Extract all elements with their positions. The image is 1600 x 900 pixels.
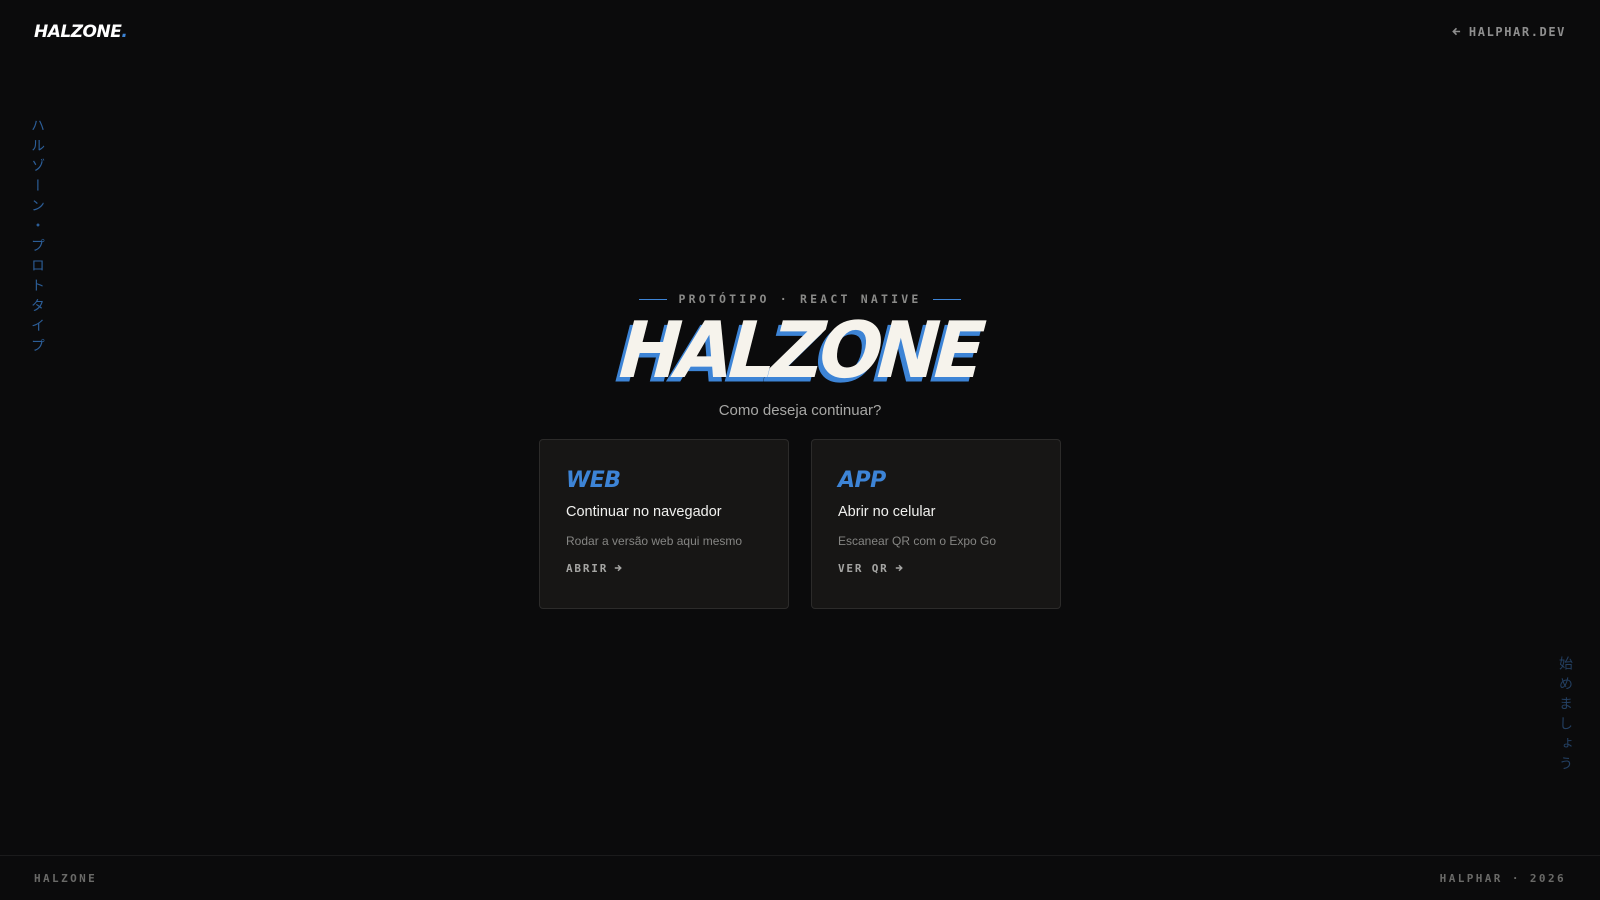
card-tag: APP [838, 468, 886, 493]
brand-dot: . [121, 22, 128, 42]
main-content: PROTÓTIPO · REACT NATIVE HALZONE Como de… [0, 292, 1600, 609]
card-description: Escanear QR com o Expo Go [838, 534, 997, 548]
vertical-japanese-right: 始めましょう [1557, 656, 1573, 776]
footer-brand: HALZONE [34, 872, 98, 885]
view-qr-button[interactable]: VER QR [838, 562, 1034, 575]
cta-label: ABRIR [566, 562, 609, 575]
eyebrow: PROTÓTIPO · REACT NATIVE [638, 292, 962, 306]
hero-subtitle: Como deseja continuar? [718, 402, 882, 419]
arrow-right-icon [614, 562, 622, 575]
card-title: Abrir no celular [838, 504, 936, 520]
cta-label: VER QR [838, 562, 889, 575]
app-option-card[interactable]: APP Abrir no celular Escanear QR com o E… [811, 439, 1061, 609]
footer-credit: HALPHAR · 2026 [1439, 872, 1566, 885]
open-web-button[interactable]: ABRIR [566, 562, 762, 575]
arrow-right-icon [895, 562, 903, 575]
arrow-left-icon [1452, 25, 1461, 39]
brand-text: HALZONE [34, 22, 122, 42]
web-option-card[interactable]: WEB Continuar no navegador Rodar a versã… [539, 439, 789, 609]
options: WEB Continuar no navegador Rodar a versã… [539, 439, 1061, 609]
back-link-label: HALPHAR.DEV [1468, 25, 1566, 39]
card-tag: WEB [566, 468, 621, 493]
eyebrow-line-left [638, 298, 667, 300]
card-description: Rodar a versão web aqui mesmo [566, 534, 743, 548]
landing-page: HALZONE. HALPHAR.DEV ハルゾーン・プロトタイプ 始めましょう… [0, 0, 1600, 900]
eyebrow-text: PROTÓTIPO · REACT NATIVE [678, 292, 922, 306]
hero-title: HALZONE [616, 305, 984, 397]
card-title: Continuar no navegador [566, 504, 722, 520]
back-to-halphar-link[interactable]: HALPHAR.DEV [1452, 25, 1566, 39]
brand-logo[interactable]: HALZONE. [34, 22, 128, 42]
eyebrow-line-right [933, 298, 962, 300]
footer: HALZONE HALPHAR · 2026 [0, 855, 1600, 900]
